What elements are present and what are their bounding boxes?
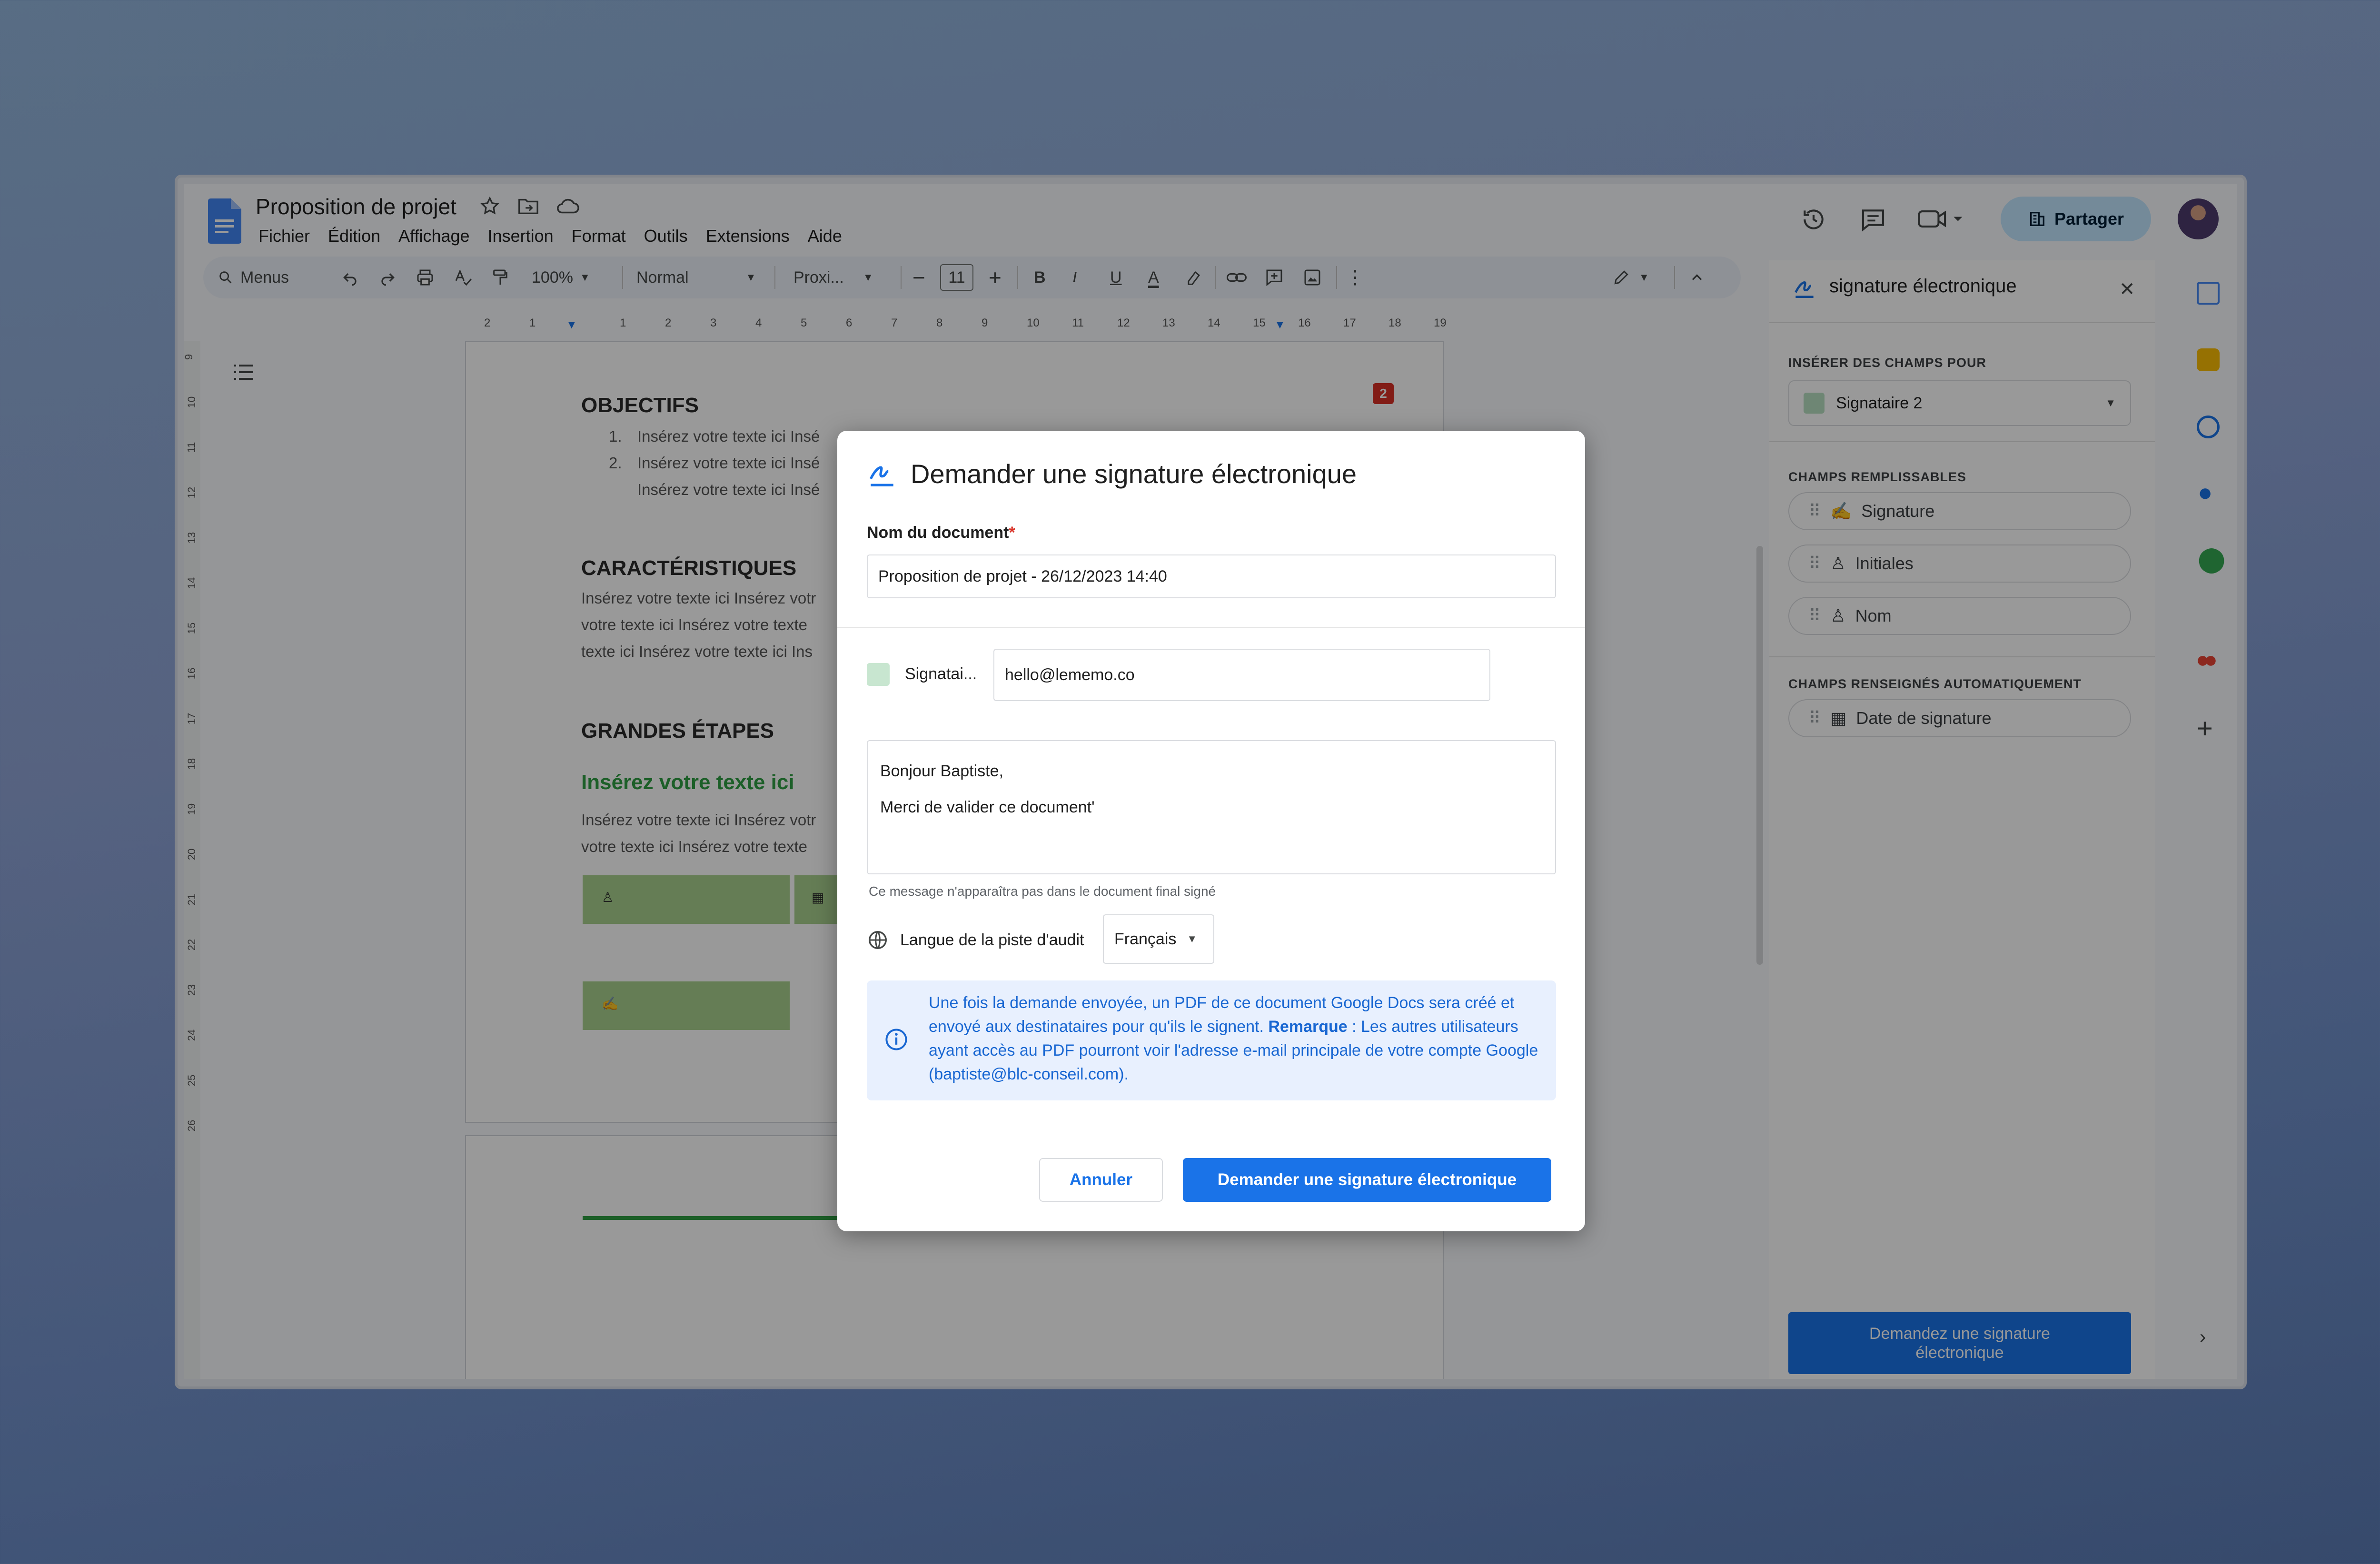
signature-icon xyxy=(867,461,897,489)
message-line: Merci de valider ce document' xyxy=(880,798,1095,816)
request-signature-button[interactable]: Demander une signature électronique xyxy=(1183,1158,1551,1202)
message-hint: Ce message n'apparaîtra pas dans le docu… xyxy=(869,884,1216,899)
audit-language-value: Français xyxy=(1114,930,1177,948)
info-icon xyxy=(884,1027,909,1052)
audit-language-label: Langue de la piste d'audit xyxy=(900,931,1084,949)
doc-name-label-text: Nom du document xyxy=(867,524,1009,542)
message-textarea[interactable]: Bonjour Baptiste, Merci de valider ce do… xyxy=(867,740,1556,874)
signer-swatch xyxy=(867,663,890,686)
message-line: Bonjour Baptiste, xyxy=(880,762,1003,780)
required-mark: * xyxy=(1009,524,1015,542)
cancel-button[interactable]: Annuler xyxy=(1039,1158,1163,1202)
caret-down-icon: ▼ xyxy=(1187,933,1198,945)
globe-icon xyxy=(867,929,889,951)
doc-name-input[interactable]: Proposition de projet - 26/12/2023 14:40 xyxy=(867,554,1556,598)
request-signature-dialog: Demander une signature électronique Nom … xyxy=(837,431,1585,1231)
signer-email-input[interactable]: hello@lememo.co xyxy=(993,649,1490,701)
info-text-bold: Remarque xyxy=(1268,1018,1348,1036)
signer-label: Signatai... xyxy=(905,665,977,683)
dialog-title: Demander une signature électronique xyxy=(911,459,1357,489)
audit-language-select[interactable]: Français ▼ xyxy=(1103,914,1214,964)
doc-name-label: Nom du document* xyxy=(867,524,1015,542)
info-box: Une fois la demande envoyée, un PDF de c… xyxy=(867,980,1556,1100)
info-text: Une fois la demande envoyée, un PDF de c… xyxy=(929,991,1543,1086)
